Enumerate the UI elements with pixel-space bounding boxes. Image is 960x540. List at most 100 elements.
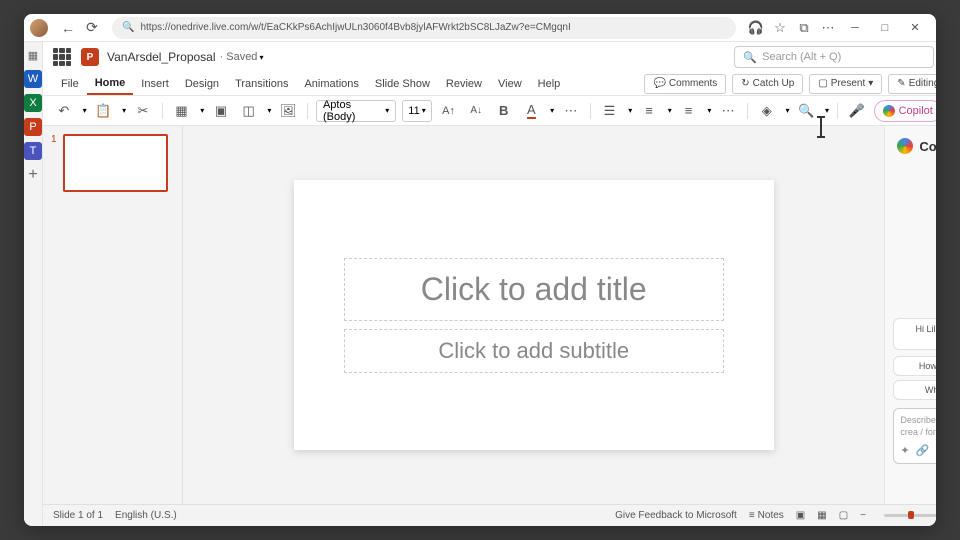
tab-home[interactable]: Home	[87, 72, 134, 95]
slide-counter[interactable]: Slide 1 of 1	[53, 510, 103, 521]
numbering-button[interactable]: ≡	[638, 100, 660, 122]
document-title[interactable]: VanArsdel_Proposal	[107, 50, 216, 64]
copilot-pane: Copilot Hi Lilly, how can I help get you…	[884, 126, 936, 504]
format-painter-button[interactable]: ✂	[132, 100, 154, 122]
attach-icon[interactable]: 🔗	[916, 444, 930, 457]
new-slide-button[interactable]: ▦	[171, 100, 193, 122]
normal-view-button[interactable]: ▣	[796, 510, 805, 521]
search-input[interactable]: 🔍 Search (Alt + Q)	[734, 46, 934, 68]
maximize-button[interactable]: □	[870, 16, 900, 40]
add-app-icon[interactable]: +	[24, 166, 42, 184]
slide-thumbnails: 1	[43, 126, 183, 504]
slide-canvas[interactable]: Click to add title Click to add subtitle	[294, 180, 774, 450]
copilot-logo-icon	[897, 138, 913, 154]
editing-button[interactable]: ✎ Editing ▾	[888, 74, 936, 94]
picture-button[interactable]: 🖼	[277, 100, 299, 122]
tab-insert[interactable]: Insert	[133, 72, 177, 95]
notes-button[interactable]: ≡ Notes	[749, 510, 784, 521]
layout-button[interactable]: ▣	[210, 100, 232, 122]
copilot-input[interactable]: Describe what you'd like to crea / for s…	[893, 408, 936, 464]
find-button[interactable]: 🔍	[795, 100, 817, 122]
decrease-font-button[interactable]: A↓	[465, 100, 487, 122]
slideshow-view-button[interactable]: ▢	[839, 510, 848, 521]
designer-button[interactable]: ◈	[756, 100, 778, 122]
minimize-button[interactable]: ─	[840, 16, 870, 40]
undo-dropdown-icon[interactable]: ▾	[83, 106, 87, 115]
search-icon: 🔍	[743, 51, 757, 64]
app-header: P VanArsdel_Proposal · Saved ▾ 🔍 Search …	[43, 42, 936, 72]
bullets-button[interactable]: ☰	[599, 100, 621, 122]
formatting-toolbar: ↶ ▾ 📋 ▾ ✂ ▦ ▾ ▣ ◫ ▾ 🖼 Aptos (Body)▾ 11▾ …	[43, 96, 936, 126]
collections-icon[interactable]: ⧉	[792, 16, 816, 40]
dictate-button[interactable]: 🎤	[846, 100, 868, 122]
paste-button[interactable]: 📋	[93, 100, 115, 122]
font-color-button[interactable]: A	[521, 100, 543, 122]
title-dropdown-icon[interactable]: ▾	[259, 53, 263, 62]
word-icon[interactable]: W	[24, 70, 42, 88]
tab-design[interactable]: Design	[177, 72, 227, 95]
status-bar: Slide 1 of 1 English (U.S.) Give Feedbac…	[43, 504, 936, 526]
zoom-slider[interactable]	[884, 514, 936, 517]
thumb-number: 1	[51, 134, 57, 192]
copilot-icon	[883, 105, 895, 117]
tab-help[interactable]: Help	[530, 72, 569, 95]
browser-titlebar: ← ⟳ 🔍 https://onedrive.live.com/w/t/EaCK…	[24, 14, 936, 42]
tab-animations[interactable]: Animations	[296, 72, 366, 95]
ribbon-tabs: File Home Insert Design Transitions Anim…	[43, 72, 936, 96]
title-placeholder[interactable]: Click to add title	[344, 258, 724, 321]
zoom-out-button[interactable]: −	[860, 510, 866, 521]
tab-slideshow[interactable]: Slide Show	[367, 72, 438, 95]
read-aloud-icon[interactable]: 🎧	[744, 16, 768, 40]
apps-icon[interactable]: ▦	[24, 46, 42, 64]
text-cursor-icon	[820, 118, 822, 136]
lock-icon: 🔍	[122, 22, 134, 33]
tab-file[interactable]: File	[53, 72, 87, 95]
copilot-toolbar-button[interactable]: Copilot	[874, 100, 936, 122]
app-launcher-icon[interactable]	[53, 48, 71, 66]
copilot-suggestion-1[interactable]: How do I write a Contoso	[893, 356, 936, 376]
profile-avatar[interactable]	[30, 19, 48, 37]
language-status[interactable]: English (U.S.)	[115, 510, 177, 521]
address-bar[interactable]: 🔍 https://onedrive.live.com/w/t/EaCKkPs6…	[112, 17, 736, 39]
tab-view[interactable]: View	[490, 72, 530, 95]
workspace: 1 Click to add title Click to add subtit…	[43, 126, 936, 504]
undo-button[interactable]: ↶	[53, 100, 75, 122]
main-area: ▦ W X P T + P VanArsdel_Proposal · Saved…	[24, 42, 936, 526]
tab-review[interactable]: Review	[438, 72, 490, 95]
save-status: · Saved	[220, 51, 258, 63]
browser-window: ← ⟳ 🔍 https://onedrive.live.com/w/t/EaCK…	[24, 14, 936, 526]
increase-font-button[interactable]: A↑	[438, 100, 460, 122]
feedback-link[interactable]: Give Feedback to Microsoft	[615, 510, 737, 521]
refresh-button[interactable]: ⟳	[80, 16, 104, 40]
copilot-greeting: Hi Lilly, how can I help get you starte	[893, 318, 936, 350]
more-icon[interactable]: ⋯	[816, 16, 840, 40]
tab-transitions[interactable]: Transitions	[227, 72, 296, 95]
catchup-button[interactable]: ↻ Catch Up	[732, 74, 803, 94]
copilot-suggestion-2[interactable]: What are the OKRs this	[893, 380, 936, 400]
align-button[interactable]: ≡	[678, 100, 700, 122]
url-text: https://onedrive.live.com/w/t/EaCKkPs6Ac…	[140, 22, 570, 33]
font-select[interactable]: Aptos (Body)▾	[316, 100, 396, 122]
teams-icon[interactable]: T	[24, 142, 42, 160]
subtitle-placeholder[interactable]: Click to add subtitle	[344, 329, 724, 373]
excel-icon[interactable]: X	[24, 94, 42, 112]
office-sidebar: ▦ W X P T +	[24, 42, 43, 526]
back-button[interactable]: ←	[56, 16, 80, 40]
font-size-select[interactable]: 11▾	[402, 100, 432, 122]
more-para-button[interactable]: ⋯	[717, 100, 739, 122]
powerpoint-logo-icon: P	[81, 48, 99, 66]
present-button[interactable]: ▢ Present ▾	[809, 74, 882, 94]
sparkle-icon[interactable]: ✦	[900, 444, 909, 457]
canvas-area: Click to add title Click to add subtitle	[183, 126, 884, 504]
powerpoint-icon[interactable]: P	[24, 118, 42, 136]
shapes-button[interactable]: ◫	[238, 100, 260, 122]
more-font-button[interactable]: ⋯	[560, 100, 582, 122]
sorter-view-button[interactable]: ▦	[817, 510, 826, 521]
close-button[interactable]: ✕	[900, 16, 930, 40]
favorite-icon[interactable]: ☆	[768, 16, 792, 40]
bold-button[interactable]: B	[493, 100, 515, 122]
slide-thumbnail-1[interactable]	[63, 134, 168, 192]
app-content: P VanArsdel_Proposal · Saved ▾ 🔍 Search …	[43, 42, 936, 526]
comments-button[interactable]: 💬 Comments	[644, 74, 726, 94]
copilot-pane-header: Copilot	[893, 134, 936, 158]
